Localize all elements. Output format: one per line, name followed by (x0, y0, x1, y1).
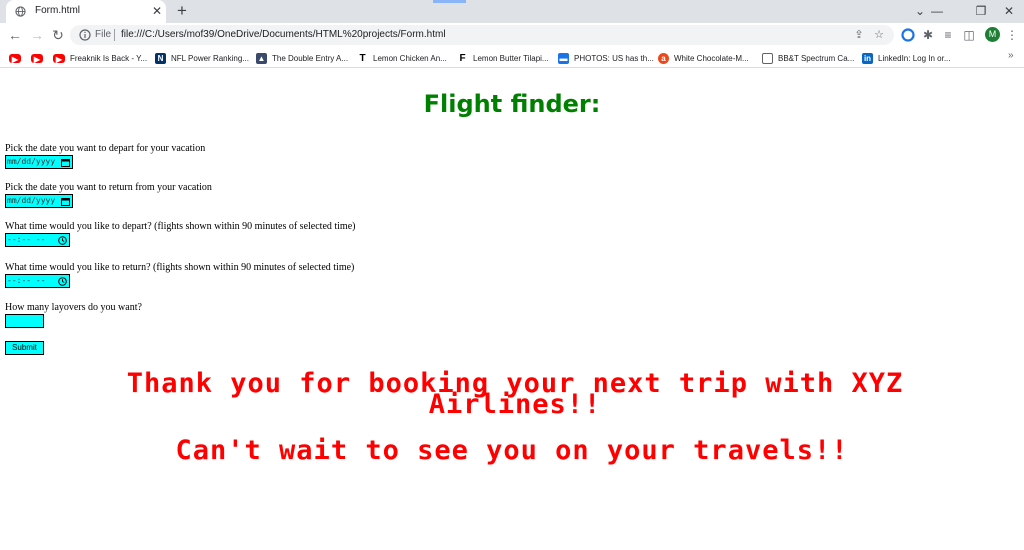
tab-strip-accent (433, 0, 466, 3)
bookmark-item[interactable]: BB&T Spectrum Ca... (762, 50, 855, 65)
youtube-icon: ▶ (31, 54, 43, 64)
recipe-icon: a (658, 53, 669, 65)
depart-time-input[interactable]: --:-- -- (5, 233, 70, 247)
return-time-value: --:-- -- (7, 276, 46, 285)
bookmark-label: Lemon Chicken An... (373, 54, 447, 64)
youtube-icon: ▶ (9, 54, 21, 64)
thank-you-message: Thank you for booking your next trip wit… (126, 368, 904, 420)
minimize-button[interactable]: — (922, 0, 952, 23)
new-tab-button[interactable]: + (174, 1, 190, 21)
bookmark-label: BB&T Spectrum Ca... (778, 54, 855, 64)
restore-button[interactable]: ❐ (966, 0, 996, 23)
url-text[interactable]: file:///C:/Users/mof39/OneDrive/Document… (121, 29, 446, 40)
extensions-puzzle-icon[interactable]: ✱ (920, 27, 936, 43)
bookmarks-bar: ▶ ▶ ▶ Freaknik Is Back - Y... N NFL Power … (0, 47, 1024, 68)
bookmark-label: LinkedIn: Log In or... (878, 54, 951, 64)
close-window-button[interactable]: ✕ (994, 0, 1024, 23)
submit-button[interactable]: Submit (5, 341, 44, 355)
bookmark-label: Freaknik Is Back - Y... (70, 54, 148, 64)
depart-time-value: --:-- -- (7, 235, 46, 244)
bookmark-label: Lemon Butter Tilapi... (473, 54, 549, 64)
return-date-value: mm/dd/yyyy (7, 196, 56, 205)
bookmark-item[interactable]: ▶ Freaknik Is Back - Y... (53, 50, 147, 64)
f-icon: F (457, 53, 468, 65)
bookmark-label: The Double Entry A... (272, 54, 349, 64)
tab-form-html[interactable]: Form.html ✕ (6, 0, 166, 23)
return-date-input[interactable]: mm/dd/yyyy (5, 194, 73, 208)
tab-close-icon[interactable]: ✕ (151, 4, 163, 18)
depart-date-input[interactable]: mm/dd/yyyy (5, 155, 73, 169)
side-panel-icon[interactable]: ◫ (961, 27, 977, 43)
reading-list-icon[interactable]: ≡ (940, 27, 956, 43)
photos-icon: ▬ (558, 53, 569, 65)
nfl-icon: N (155, 53, 166, 65)
bookmark-item[interactable]: ▶ (31, 50, 48, 64)
bookmark-item[interactable]: ▬ PHOTOS: US has th... (558, 50, 654, 65)
back-button[interactable]: ← (6, 25, 24, 45)
profile-avatar[interactable]: M (985, 27, 1000, 42)
tab-strip: Form.html ✕ + ⌄ — ❐ ✕ (0, 0, 1024, 23)
bookmark-item[interactable]: F Lemon Butter Tilapi... (457, 50, 549, 65)
return-time-input[interactable]: --:-- -- (5, 274, 70, 288)
forward-button[interactable]: → (28, 25, 46, 45)
depart-date-label: Pick the date you want to depart for you… (5, 143, 206, 154)
page-content: Flight finder: Pick the date you want to… (0, 68, 1024, 550)
address-bar[interactable]: File file:///C:/Users/mof39/OneDrive/Doc… (70, 25, 894, 45)
reload-button[interactable]: ↻ (49, 25, 67, 45)
youtube-icon: ▶ (53, 54, 65, 64)
depart-time-label: What time would you like to depart? (fli… (5, 221, 356, 232)
clock-icon[interactable] (58, 236, 67, 245)
browser-toolbar: ← → ↻ File file:///C:/Users/mof39/OneDri… (0, 23, 1024, 47)
menu-kebab-icon[interactable]: ⋮ (1004, 27, 1020, 43)
omnibox-divider (114, 29, 115, 41)
bookmark-item[interactable]: N NFL Power Ranking... (155, 50, 249, 65)
bookmark-item[interactable]: in LinkedIn: Log In or... (862, 50, 951, 65)
t-icon: T (357, 53, 368, 65)
tab-title: Form.html (35, 5, 80, 16)
bookmark-star-icon[interactable]: ☆ (873, 29, 885, 41)
layovers-input[interactable] (5, 314, 44, 328)
depart-date-value: mm/dd/yyyy (7, 157, 56, 166)
layovers-label: How many layovers do you want? (5, 302, 142, 313)
bookmark-item[interactable]: ▶ (9, 50, 26, 64)
bookmark-item[interactable]: ▲ The Double Entry A... (256, 50, 349, 65)
return-time-label: What time would you like to return? (fli… (5, 262, 355, 273)
clock-icon[interactable] (58, 277, 67, 286)
globe-icon (15, 6, 26, 17)
site-icon: ▲ (256, 53, 267, 65)
linkedin-icon: in (862, 53, 873, 65)
calendar-icon[interactable] (61, 197, 70, 206)
bookmark-label: White Chocolate-M... (674, 54, 749, 64)
file-scheme-label: File (95, 29, 112, 40)
info-icon[interactable] (79, 29, 91, 41)
bookmark-label: PHOTOS: US has th... (574, 54, 654, 64)
page-title: Flight finder: (423, 90, 601, 118)
page-icon (762, 53, 773, 65)
bookmark-label: NFL Power Ranking... (171, 54, 249, 64)
calendar-icon[interactable] (61, 158, 70, 167)
extension-circle-icon[interactable] (900, 27, 916, 43)
bookmark-item[interactable]: a White Chocolate-M... (658, 50, 749, 65)
return-date-label: Pick the date you want to return from yo… (5, 182, 212, 193)
share-icon[interactable]: ⇪ (853, 29, 865, 41)
bookmark-item[interactable]: T Lemon Chicken An... (357, 50, 447, 65)
see-you-message: Can't wait to see you on your travels!! (175, 435, 849, 466)
bookmarks-overflow-icon[interactable]: » (1008, 50, 1014, 61)
